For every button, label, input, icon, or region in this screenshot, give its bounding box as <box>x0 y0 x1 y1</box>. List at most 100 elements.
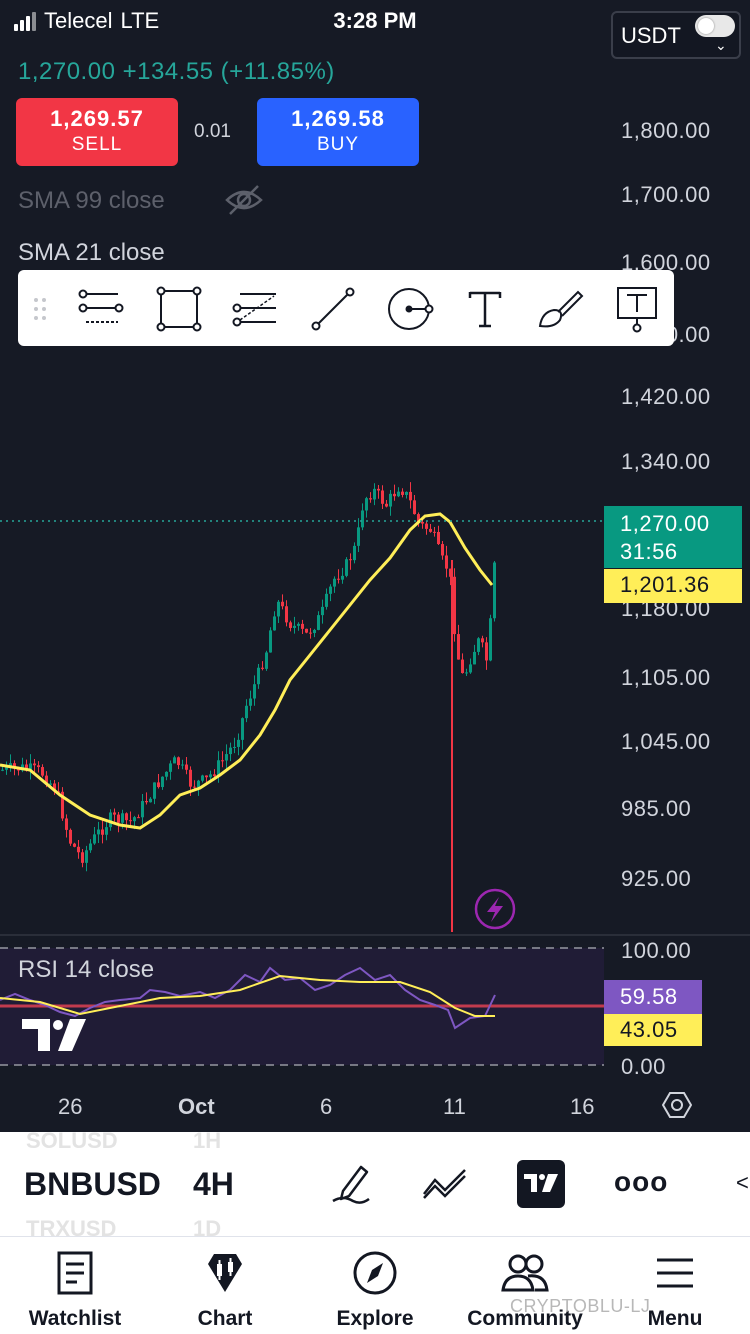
candle-body <box>105 827 108 835</box>
rsi-label[interactable]: RSI 14 close <box>18 956 154 984</box>
candle-body <box>465 672 468 674</box>
tradingview-button[interactable] <box>517 1160 565 1208</box>
line-tool[interactable] <box>308 284 358 334</box>
candle-body <box>137 817 140 819</box>
candle-body <box>481 638 484 643</box>
candle-body <box>93 834 96 844</box>
candle-body <box>457 634 460 660</box>
candle-body <box>321 606 324 616</box>
currency-toggle[interactable] <box>695 15 735 37</box>
symbol-selector[interactable]: BNBUSD <box>24 1166 161 1203</box>
text-icon <box>468 291 502 328</box>
sma-21-label[interactable]: SMA 21 close <box>18 239 165 267</box>
candle-body <box>309 632 312 634</box>
candle-body <box>277 601 280 617</box>
candle-body <box>317 615 320 630</box>
buy-button[interactable]: 1,269.58 BUY <box>257 98 419 166</box>
text-tool[interactable] <box>460 284 510 334</box>
candle-body <box>109 812 112 828</box>
candle-body <box>345 559 348 576</box>
candle-body <box>473 651 476 665</box>
candle-body <box>125 813 128 821</box>
hidden-eye-icon[interactable] <box>224 182 264 218</box>
chart-settings-icon[interactable] <box>662 1090 692 1120</box>
candle-body <box>89 843 92 851</box>
nav-chart[interactable]: Chart <box>150 1237 300 1334</box>
trend-lines-tool[interactable] <box>76 284 126 334</box>
candle-body <box>377 488 380 491</box>
candle-body <box>97 829 100 835</box>
time-axis-label: 11 <box>443 1094 466 1119</box>
currency-selector[interactable]: USDT ⌄ <box>611 11 741 59</box>
candle-body <box>341 575 344 580</box>
candle-body <box>33 763 36 766</box>
sell-button[interactable]: 1,269.57 SELL <box>16 98 178 166</box>
candle-body <box>429 528 432 532</box>
candle-body <box>177 757 180 766</box>
prev-symbol[interactable]: SOLUSD <box>26 1128 118 1154</box>
price-change-readout: 1,270.00 +134.55 (+11.85%) <box>18 58 335 85</box>
candle-body <box>69 829 72 844</box>
candle-body <box>173 757 176 764</box>
candle-body <box>269 630 272 653</box>
candle-body <box>293 625 296 628</box>
candle-body <box>485 642 488 661</box>
candle-body <box>85 850 88 863</box>
rectangle-tool[interactable] <box>154 284 204 334</box>
sma-99-label[interactable]: SMA 99 close <box>18 187 165 215</box>
fib-retracement-tool[interactable] <box>230 284 280 334</box>
drawing-tools-button[interactable] <box>326 1158 376 1208</box>
candle-body <box>421 521 424 524</box>
candle-body <box>141 801 144 818</box>
candle-body <box>181 764 184 766</box>
community-icon <box>501 1254 549 1292</box>
candle-body <box>393 493 396 497</box>
symbol-bar: SOLUSD 1H BNBUSD 4H TRXUSD 1D ooo < <box>0 1128 750 1241</box>
currency-value: USDT <box>621 23 681 48</box>
price-axis-label: 1,045.00 <box>621 729 711 754</box>
candle-body <box>193 786 196 788</box>
sell-label: SELL <box>71 134 123 155</box>
chevron-left-icon[interactable]: < <box>736 1170 749 1196</box>
candle-body <box>233 746 236 748</box>
chart-icon <box>208 1254 242 1292</box>
candle-body <box>409 491 412 501</box>
price-axis-label: 1,105.00 <box>621 665 711 690</box>
indicators-icon <box>423 1169 466 1199</box>
candle-body <box>253 684 256 699</box>
indicators-button[interactable] <box>420 1158 470 1208</box>
candle-body <box>453 576 456 635</box>
candle-body <box>413 500 416 515</box>
nav-menu[interactable]: Menu <box>600 1237 750 1334</box>
text-note-tool[interactable] <box>612 284 662 334</box>
candle-body <box>37 765 40 768</box>
candle-body <box>477 638 480 652</box>
rsi-value-badge: 59.58 <box>604 980 702 1014</box>
drag-handle-icon[interactable] <box>32 296 48 322</box>
candle-body <box>469 664 472 673</box>
timeframe-selector[interactable]: 4H <box>193 1166 234 1203</box>
candle-body <box>329 586 332 594</box>
candle-body <box>389 493 392 507</box>
tradingview-icon <box>524 1174 558 1192</box>
brush-tool[interactable] <box>536 284 586 334</box>
circle-tool[interactable] <box>385 284 435 334</box>
nav-label: Watchlist <box>28 1307 122 1330</box>
candle-body <box>369 498 372 500</box>
nav-explore[interactable]: Explore <box>300 1237 450 1334</box>
candle-body <box>265 652 268 669</box>
candle-body <box>213 774 216 777</box>
candle-body <box>433 531 436 533</box>
nav-watchlist[interactable]: Watchlist <box>0 1237 150 1334</box>
nav-community[interactable]: Community <box>450 1237 600 1334</box>
watermark: CRYPTOBLU-LJ <box>510 1296 651 1316</box>
candle-body <box>493 562 496 619</box>
more-options-icon[interactable]: ooo <box>614 1166 668 1198</box>
rsi-ma-value-badge: 43.05 <box>604 1014 702 1046</box>
rectangle-icon <box>156 286 202 332</box>
candle-body <box>461 659 464 674</box>
prev-timeframe[interactable]: 1H <box>193 1128 221 1154</box>
candle-body <box>169 763 172 772</box>
candle-body <box>117 814 120 823</box>
candle-body <box>261 667 264 669</box>
